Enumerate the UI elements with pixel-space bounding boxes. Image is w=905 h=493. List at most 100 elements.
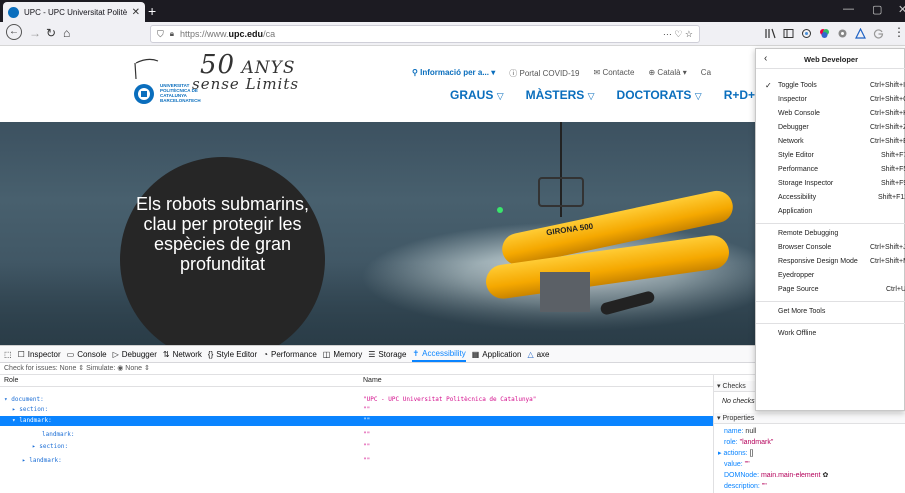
reload-icon[interactable]: ↻: [46, 26, 56, 40]
language-selector[interactable]: ⊕ Català ▾: [648, 68, 686, 79]
console-icon: ▭: [66, 349, 75, 359]
submarine-frame: [540, 272, 590, 312]
inspector-icon: ☐: [17, 349, 25, 359]
prop-description: description: "": [724, 483, 767, 490]
url-scheme: https://www.: [180, 29, 229, 39]
menu-item-work-offline[interactable]: Work Offline: [756, 327, 905, 340]
tree-row[interactable]: ▾ document: "UPC - UPC Universitat Politè…: [0, 395, 713, 405]
menu-separator: [756, 323, 905, 324]
submarine-light: [497, 207, 503, 213]
color-extension-icon[interactable]: [819, 28, 830, 39]
menu-item-remote-debugging[interactable]: Remote Debugging: [756, 227, 905, 240]
storage-icon: ☰: [368, 349, 376, 359]
url-path: /ca: [263, 29, 276, 39]
menu-separator: [756, 223, 905, 224]
tab-performance[interactable]: ◔ Performance: [263, 350, 317, 359]
tab-network[interactable]: ⇅ Network: [163, 350, 202, 359]
menu-item-application[interactable]: Application: [756, 205, 905, 218]
checkmark-icon: ✓: [765, 81, 772, 90]
tab-style-editor[interactable]: {} Style Editor: [208, 350, 257, 359]
tab-application[interactable]: ▦ Application: [472, 350, 522, 359]
tree-row[interactable]: ▸ section: "": [0, 405, 713, 415]
axe-icon[interactable]: [855, 28, 866, 39]
menu-item-performance[interactable]: Performance Shift+F5: [756, 163, 905, 176]
tab-axe[interactable]: △ axe: [527, 350, 549, 359]
style-editor-icon: {}: [207, 349, 214, 359]
new-tab-button[interactable]: +: [148, 2, 156, 20]
menu-separator: [756, 301, 905, 302]
debugger-icon: ▷: [112, 349, 119, 359]
tab-title: UPC - UPC Universitat Politècnic: [24, 7, 127, 17]
close-window-button[interactable]: ✕: [898, 3, 905, 16]
devtools-extension-icon[interactable]: [837, 28, 848, 39]
upc-favicon-icon: [8, 6, 19, 18]
info-for-menu[interactable]: ⚲ Informació per a... ▾: [412, 68, 495, 79]
gear-icon[interactable]: ✿: [822, 472, 828, 479]
home-icon[interactable]: ⌂: [63, 26, 70, 40]
maximize-button[interactable]: ▢: [872, 3, 882, 16]
menu-item-browser-console[interactable]: Browser Console Ctrl+Shift+J: [756, 241, 905, 254]
menu-item-inspector[interactable]: Inspector Ctrl+Shift+C: [756, 93, 905, 106]
back-arrow-icon[interactable]: ←: [6, 24, 22, 40]
shield-icon[interactable]: ⛉: [157, 29, 164, 40]
tab-close-icon[interactable]: ✕: [132, 7, 140, 18]
tree-row[interactable]: landmark: "": [0, 430, 713, 440]
menu-item-eyedropper[interactable]: Eyedropper: [756, 269, 905, 282]
minimize-button[interactable]: —: [843, 3, 854, 15]
menu-item-network[interactable]: Network Ctrl+Shift+E: [756, 135, 905, 148]
prop-name: name: null: [724, 428, 757, 435]
lock-icon[interactable]: 🔒︎: [170, 29, 174, 39]
extension-icon[interactable]: [801, 28, 812, 39]
menu-item-accessibility[interactable]: AccessibilityShift+F12: [756, 191, 905, 204]
nav-masters[interactable]: MÀSTERS ▽: [526, 88, 595, 102]
sidebar-icon[interactable]: [783, 28, 794, 39]
menu-header: ‹ Web Developer: [756, 49, 905, 69]
url-host: upc.edu: [228, 29, 264, 39]
contact-link[interactable]: ✉ Contacte: [594, 68, 635, 79]
browser-tab[interactable]: UPC - UPC Universitat Politècnic ✕: [3, 2, 145, 22]
menu-item-page-source[interactable]: Page Source Ctrl+U: [756, 283, 905, 296]
top-navigation: ⚲ Informació per a... ▾ ⓘ Portal COVID-1…: [412, 68, 711, 79]
menu-item-storage-inspector[interactable]: Storage Inspector Shift+F9: [756, 177, 905, 190]
menu-title: Web Developer: [803, 55, 859, 64]
nav-doctorats[interactable]: DOCTORATS ▽: [617, 88, 702, 102]
prop-actions[interactable]: ▸ actions: []: [718, 449, 753, 459]
covid-portal-link[interactable]: ⓘ Portal COVID-19: [509, 68, 579, 79]
user-icon: ⚲: [412, 68, 421, 77]
logo-tagline: sense Limits: [192, 75, 300, 93]
prop-role: role: "landmark": [724, 439, 774, 446]
pick-element-icon[interactable]: ⬚: [4, 350, 12, 359]
prop-value: value: "": [724, 461, 750, 468]
menu-icon[interactable]: ⋮: [893, 25, 905, 39]
address-bar[interactable]: ⛉ 🔒︎ https://www.upc.edu/ca ··· ♡ ☆: [150, 25, 700, 43]
accessibility-icon: ✝: [412, 348, 420, 358]
menu-item-responsive-design[interactable]: Responsive Design ModeCtrl+Shift+M: [756, 255, 905, 268]
properties-section[interactable]: ▾ Properties: [714, 413, 905, 424]
menu-item-debugger[interactable]: Debugger Ctrl+Shift+Z: [756, 121, 905, 134]
info-icon: ⓘ: [509, 69, 520, 78]
hero-headline[interactable]: Els robots submarins, clau per protegir …: [120, 194, 325, 274]
page-actions-icon[interactable]: ··· ♡ ☆: [663, 29, 693, 40]
library-icon[interactable]: [765, 28, 776, 39]
tab-console[interactable]: ▭ Console: [67, 350, 107, 359]
forward-arrow-icon[interactable]: →: [29, 26, 41, 40]
tree-row-selected[interactable]: ▾ landmark: "": [0, 416, 713, 426]
tab-inspector[interactable]: ☐ Inspector: [18, 350, 61, 359]
tab-storage[interactable]: ☰ Storage: [368, 350, 406, 359]
topnav-extra[interactable]: Ca: [701, 68, 711, 79]
prop-domnode[interactable]: DOMNode: main.main-element ✿: [724, 471, 828, 481]
menu-item-toggle-tools[interactable]: ✓ Toggle Tools Ctrl+Shift+I: [756, 79, 905, 92]
tab-debugger[interactable]: ▷ Debugger: [113, 350, 157, 359]
menu-item-style-editor[interactable]: Style Editor Shift+F7: [756, 149, 905, 162]
tab-memory[interactable]: ◫ Memory: [323, 350, 362, 359]
tab-strip: UPC - UPC Universitat Politècnic ✕ + — ▢…: [0, 0, 905, 22]
g-extension-icon[interactable]: [873, 28, 884, 39]
nav-graus[interactable]: GRAUS ▽: [450, 88, 504, 102]
no-checks-text: No checks: [722, 398, 755, 405]
menu-item-get-more-tools[interactable]: Get More Tools: [756, 305, 905, 318]
tree-row[interactable]: ▸ landmark: "": [0, 456, 713, 466]
tab-accessibility[interactable]: ✝ Accessibility: [412, 346, 466, 362]
memory-icon: ◫: [322, 349, 331, 359]
menu-item-web-console[interactable]: Web Console Ctrl+Shift+K: [756, 107, 905, 120]
tree-row[interactable]: ▸ section: "": [0, 442, 713, 452]
